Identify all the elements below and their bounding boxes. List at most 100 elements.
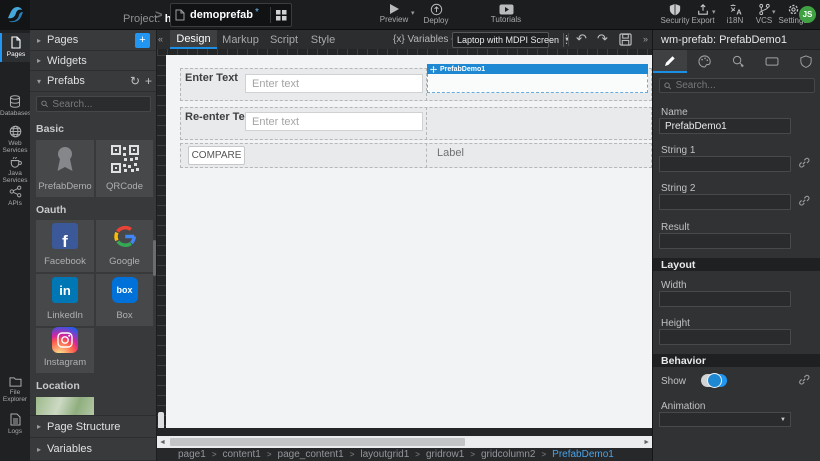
breadcrumb-item-active[interactable]: PrefabDemo1 xyxy=(552,449,614,460)
move-icon xyxy=(430,66,437,73)
prefab-tile-prefabdemo[interactable]: PrefabDemo xyxy=(36,140,94,197)
string2-field[interactable] xyxy=(659,194,791,210)
rail-item-java-services[interactable]: Java Services xyxy=(0,152,30,184)
preview-label: Preview xyxy=(376,15,412,24)
panel-section-widgets[interactable]: ▸ Widgets xyxy=(30,51,157,71)
tutorials-button[interactable]: Tutorials xyxy=(486,4,526,24)
add-page-button[interactable]: + xyxy=(135,33,150,48)
undo-button[interactable]: ↶ xyxy=(576,31,587,47)
user-avatar[interactable]: JS xyxy=(799,6,816,23)
preview-button[interactable]: Preview xyxy=(376,3,412,24)
prefab-tile-linkedin[interactable]: in LinkedIn xyxy=(36,274,94,326)
bind-string1-icon[interactable] xyxy=(798,157,810,169)
tab-script[interactable]: Script xyxy=(264,30,304,49)
panel-section-variables[interactable]: ▸ Variables xyxy=(30,438,157,461)
rail-item-databases[interactable]: Databases xyxy=(0,92,30,117)
scrollbar-thumb[interactable] xyxy=(170,438,465,446)
more-options-button[interactable]: ⋮ xyxy=(561,33,572,46)
scroll-right-icon[interactable]: ► xyxy=(643,439,650,446)
security-label: Security xyxy=(658,16,692,25)
prefab-tile-qrcode[interactable]: QRCode xyxy=(96,140,153,197)
save-button[interactable] xyxy=(619,33,632,46)
bind-show-icon[interactable] xyxy=(798,374,810,386)
breadcrumb-item[interactable]: page1 xyxy=(178,449,206,460)
deploy-button[interactable]: Deploy xyxy=(418,3,454,25)
grid-row-3[interactable] xyxy=(180,143,652,168)
text-widget-label[interactable]: Enter Text xyxy=(185,72,238,84)
text-input-1[interactable] xyxy=(245,74,423,93)
bind-string2-icon[interactable] xyxy=(798,195,810,207)
prefab-search[interactable] xyxy=(36,96,151,112)
name-field[interactable] xyxy=(659,118,791,134)
horizontal-scrollbar[interactable]: ◄ ► xyxy=(157,436,652,448)
rail-label: Logs xyxy=(0,428,30,435)
compare-button[interactable]: COMPARE xyxy=(188,146,245,165)
wavemaker-logo[interactable] xyxy=(0,0,30,30)
tab-device[interactable] xyxy=(755,50,789,73)
unsaved-indicator: * xyxy=(255,7,259,18)
label-widget[interactable]: Label xyxy=(437,147,464,159)
result-field[interactable] xyxy=(659,233,791,249)
tab-events[interactable] xyxy=(721,50,755,73)
collapse-right-panel-button[interactable]: » xyxy=(643,34,648,44)
tab-properties[interactable] xyxy=(653,50,687,73)
panel-section-prefabs[interactable]: ▾ Prefabs ↻ + xyxy=(30,71,157,92)
text-input-2[interactable] xyxy=(245,112,423,131)
properties-panel-title: wm-prefab: PrefabDemo1 xyxy=(661,34,787,46)
prefab-search-input[interactable] xyxy=(48,99,146,110)
vcs-caret-icon[interactable]: ▾ xyxy=(772,8,776,16)
page-switcher-button[interactable] xyxy=(270,7,287,23)
properties-search-input[interactable] xyxy=(672,80,810,91)
breadcrumb-item[interactable]: layoutgrid1 xyxy=(360,449,409,460)
design-canvas[interactable]: Enter Text PrefabDemo1 Re-enter Text COM… xyxy=(166,55,652,428)
selected-prefab-body[interactable] xyxy=(427,74,648,93)
wavemaker-studio: Project: howtos > demoprefab * Preview ▾… xyxy=(0,0,820,461)
breadcrumb-item[interactable]: page_content1 xyxy=(278,449,344,460)
panel-section-page-structure[interactable]: ▸ Page Structure xyxy=(30,415,157,438)
logs-icon xyxy=(10,413,21,426)
refresh-prefabs-icon[interactable]: ↻ xyxy=(130,74,140,88)
location-map-tile[interactable] xyxy=(36,397,94,415)
device-select[interactable]: Laptop with MDPI Screen ▼ xyxy=(452,32,549,48)
breadcrumb-separator: > xyxy=(541,450,546,459)
rail-item-pages[interactable]: Pages xyxy=(0,33,30,62)
i18n-button[interactable]: A i18N xyxy=(720,3,750,25)
preview-caret-icon[interactable]: ▾ xyxy=(411,9,415,17)
security-button[interactable]: Security xyxy=(658,3,692,25)
rail-item-file-explorer[interactable]: File Explorer xyxy=(0,373,30,403)
page-chip[interactable]: demoprefab * xyxy=(170,3,292,27)
breadcrumb-item[interactable]: gridrow1 xyxy=(426,449,464,460)
breadcrumb-item[interactable]: gridcolumn2 xyxy=(481,449,535,460)
prefab-tile-box[interactable]: box Box xyxy=(96,274,153,326)
panel-scrollbar[interactable] xyxy=(153,240,156,276)
breadcrumb-item[interactable]: content1 xyxy=(222,449,260,460)
selected-widget-header[interactable]: PrefabDemo1 xyxy=(427,64,648,74)
redo-button[interactable]: ↷ xyxy=(597,31,608,47)
search-icon xyxy=(41,100,48,108)
add-prefab-icon[interactable]: + xyxy=(145,74,152,88)
rail-item-logs[interactable]: Logs xyxy=(0,410,30,435)
tab-markup[interactable]: Markup xyxy=(217,30,264,49)
prefab-tile-facebook[interactable]: f Facebook xyxy=(36,220,94,272)
tab-security[interactable] xyxy=(789,50,820,73)
string1-field[interactable] xyxy=(659,156,791,172)
scroll-left-icon[interactable]: ◄ xyxy=(159,439,166,446)
panel-section-pages[interactable]: ▸ Pages + xyxy=(30,30,157,51)
height-field[interactable] xyxy=(659,329,791,345)
caret-right-icon: ▸ xyxy=(37,56,47,65)
rail-item-apis[interactable]: APIs xyxy=(0,182,30,207)
variables-dropdown[interactable]: {x} Variables ▾ xyxy=(393,34,455,45)
tab-design[interactable]: Design xyxy=(170,30,217,49)
animation-select[interactable]: ▼ xyxy=(659,412,791,427)
show-toggle[interactable] xyxy=(701,374,727,387)
export-caret-icon[interactable]: ▾ xyxy=(712,8,716,16)
globe-icon xyxy=(9,125,22,138)
width-field[interactable] xyxy=(659,291,791,307)
collapse-left-panel-button[interactable]: « xyxy=(158,34,163,44)
prefab-tile-instagram[interactable]: Instagram xyxy=(36,328,94,373)
rail-item-web-services[interactable]: Web Services xyxy=(0,122,30,154)
tab-style[interactable]: Style xyxy=(304,30,342,49)
properties-search[interactable] xyxy=(659,78,815,93)
tab-styles[interactable] xyxy=(687,50,721,73)
prefab-tile-google[interactable]: Google xyxy=(96,220,153,272)
